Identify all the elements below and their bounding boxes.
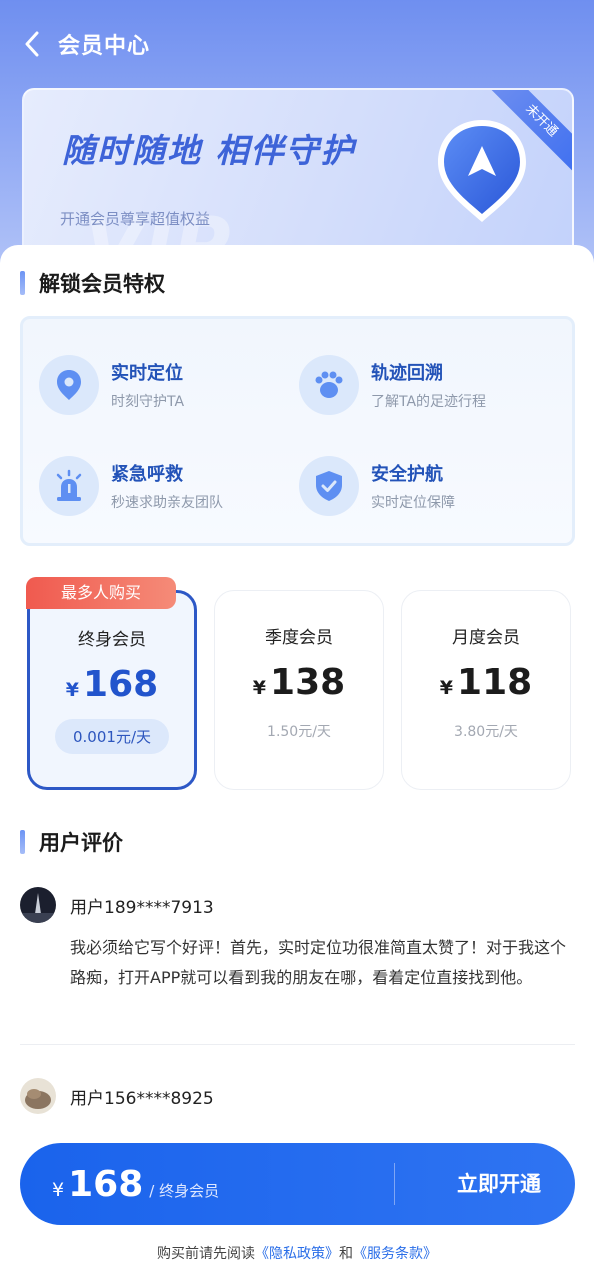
footprint-icon	[299, 355, 359, 415]
currency-symbol: ¥	[252, 677, 267, 699]
privacy-policy-link[interactable]: 《隐私政策》	[255, 1246, 339, 1262]
plan-card-monthly[interactable]: 月度会员 ¥118 3.80元/天	[401, 590, 571, 790]
plan-daily-cost: 1.50元/天	[267, 724, 331, 740]
review-username: 用户189****7913	[70, 897, 214, 918]
vip-banner: VIP 随时随地 相伴守护 开通会员尊享超值权益 未开通	[22, 88, 574, 268]
back-button[interactable]	[18, 30, 46, 58]
privilege-title: 安全护航	[371, 464, 443, 485]
privilege-desc: 了解TA的足迹行程	[371, 394, 487, 410]
plan-name: 终身会员	[78, 630, 146, 650]
review-item: 用户156****8925	[20, 1078, 575, 1114]
agreement-prefix: 购买前请先阅读	[157, 1246, 255, 1262]
privilege-desc: 实时定位保障	[371, 495, 455, 511]
location-pin-icon	[39, 355, 99, 415]
privileges-section-title: 解锁会员特权	[20, 268, 165, 298]
banner-slogan: 随时随地 相伴守护	[62, 131, 356, 170]
selected-plan-label: / 终身会员	[149, 1181, 220, 1200]
top-bar: 会员中心	[0, 0, 594, 88]
avatar	[20, 887, 56, 923]
privilege-title: 紧急呼救	[111, 464, 183, 485]
banner-subtitle: 开通会员尊享超值权益	[60, 210, 211, 228]
plan-price: ¥138	[215, 662, 383, 703]
plan-card-quarterly[interactable]: 季度会员 ¥138 1.50元/天	[214, 590, 384, 790]
review-text: 我必须给它写个好评！首先，实时定位功很准简直太赞了！对于我这个路痴，打开APP就…	[70, 938, 567, 987]
activate-now-button[interactable]: 立即开通	[457, 1143, 541, 1225]
currency-symbol: ¥	[65, 679, 80, 701]
privileges-panel: 实时定位 时刻守护TA 轨迹回溯 了解TA的足迹行程 紧急呼救 秒速求助亲友团队…	[20, 316, 575, 546]
reviews-title-text: 用户评价	[39, 831, 123, 855]
plan-card-lifetime[interactable]: 终身会员 ¥168 0.001元/天	[27, 590, 197, 790]
price-value: 168	[68, 1163, 144, 1205]
price-value: 168	[83, 664, 159, 705]
terms-of-service-link[interactable]: 《服务条款》	[353, 1246, 437, 1262]
price-value: 138	[270, 662, 346, 703]
plan-daily-cost: 0.001元/天	[55, 719, 169, 754]
plan-name: 季度会员	[265, 628, 333, 648]
privilege-item-track: 轨迹回溯 了解TA的足迹行程	[299, 355, 486, 415]
review-item: 用户189****7913 我必须给它写个好评！首先，实时定位功很准简直太赞了！…	[20, 887, 575, 993]
privilege-title: 实时定位	[111, 363, 183, 384]
privilege-desc: 秒速求助亲友团队	[111, 495, 223, 511]
review-divider	[20, 1044, 575, 1045]
price-value: 118	[457, 662, 533, 703]
agreement-and: 和	[339, 1246, 353, 1262]
privilege-item-safety: 安全护航 实时定位保障	[299, 456, 455, 516]
bar-separator	[394, 1163, 395, 1205]
review-username: 用户156****8925	[70, 1088, 214, 1109]
privilege-title: 轨迹回溯	[371, 363, 443, 384]
plan-name: 月度会员	[452, 628, 520, 648]
privilege-item-location: 实时定位 时刻守护TA	[39, 355, 184, 415]
siren-icon	[39, 456, 99, 516]
avatar	[20, 1078, 56, 1114]
chevron-left-icon	[25, 31, 39, 57]
plan-daily-cost: 3.80元/天	[454, 724, 518, 740]
currency-symbol: ¥	[439, 677, 454, 699]
agreement-notice: 购买前请先阅读《隐私政策》和《服务条款》	[0, 1243, 594, 1263]
shield-check-icon	[299, 456, 359, 516]
privilege-desc: 时刻守护TA	[111, 394, 185, 410]
title-accent-bar	[20, 271, 25, 295]
privileges-title-text: 解锁会员特权	[39, 272, 165, 296]
best-seller-tag: 最多人购买	[26, 577, 176, 609]
plan-price: ¥118	[402, 662, 570, 703]
title-accent-bar	[20, 830, 25, 854]
selected-price: ¥ 168 / 终身会员	[52, 1164, 219, 1205]
purchase-bar: ¥ 168 / 终身会员 立即开通	[20, 1143, 575, 1225]
privilege-item-emergency: 紧急呼救 秒速求助亲友团队	[39, 456, 223, 516]
reviews-section-title: 用户评价	[20, 827, 123, 857]
currency-symbol: ¥	[52, 1178, 65, 1201]
navigation-pin-icon	[438, 120, 526, 222]
plan-price: ¥168	[30, 664, 194, 705]
page-title: 会员中心	[58, 34, 151, 59]
